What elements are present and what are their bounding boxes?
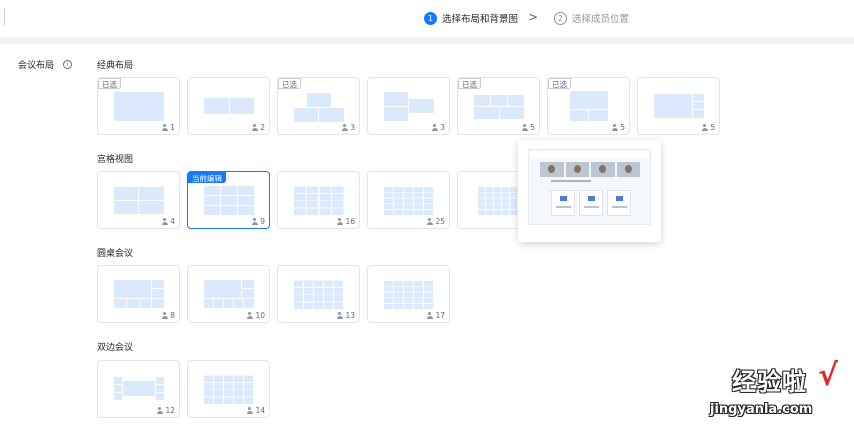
side-label-text: 会议布局 (18, 61, 55, 71)
layout-card[interactable]: 已选 5 (457, 77, 540, 135)
participant-thumbnail (591, 162, 615, 177)
info-icon[interactable]: i (63, 60, 73, 69)
member-count: 17 (426, 311, 445, 320)
layout-preview-popup (518, 140, 661, 242)
person-icon (341, 124, 348, 131)
member-count: 9 (251, 217, 265, 226)
member-count: 1 (161, 123, 175, 132)
layout-card[interactable]: 4 (97, 171, 180, 229)
layout-card[interactable]: 12 (97, 360, 180, 418)
member-count: 3 (341, 123, 355, 132)
member-count: 4 (161, 217, 175, 226)
preview-card (579, 190, 603, 216)
selected-tag: 已选 (278, 78, 301, 89)
watermark-title: 经验啦 (732, 368, 807, 396)
member-count: 5 (521, 123, 535, 132)
section-title-grid: 宫格视图 (97, 155, 134, 165)
person-icon (336, 218, 343, 225)
person-icon (161, 312, 168, 319)
person-icon (611, 124, 618, 131)
member-count: 2 (251, 123, 265, 132)
person-icon (246, 407, 253, 414)
member-count: 5 (611, 123, 625, 132)
window-edge (4, 8, 5, 26)
person-icon (521, 124, 528, 131)
step-number: 2 (554, 11, 567, 25)
layout-card[interactable]: 8 (97, 265, 180, 323)
layout-card[interactable]: 10 (187, 265, 270, 323)
person-icon (426, 312, 433, 319)
person-icon (161, 124, 168, 131)
watermark-url: jingyanla.com (710, 402, 813, 417)
member-count: 25 (426, 217, 445, 226)
layout-card[interactable]: 已选 1 (97, 77, 180, 135)
top-bar: 1 选择布局和背景图 > 2 选择成员位置 (0, 0, 854, 37)
person-icon (156, 407, 163, 414)
preview-heading (551, 180, 591, 182)
member-count: 13 (336, 311, 355, 320)
member-count: 16 (336, 217, 355, 226)
member-count: 3 (431, 123, 445, 132)
participant-thumbnail (616, 162, 640, 177)
person-icon (431, 124, 438, 131)
member-count: 5 (701, 123, 715, 132)
check-icon: √ (818, 358, 839, 393)
member-count: 10 (246, 311, 265, 320)
step-label: 选择成员位置 (572, 14, 630, 25)
layout-card[interactable]: 14 (187, 360, 270, 418)
person-icon (161, 218, 168, 225)
participant-thumbnail (565, 162, 589, 177)
member-count: 12 (156, 406, 175, 415)
section-title-roundtable: 圆桌会议 (97, 249, 134, 259)
layout-card[interactable]: 3 (367, 77, 450, 135)
chevron-right-icon: > (528, 10, 539, 24)
selected-tag: 已选 (548, 78, 571, 89)
layout-card[interactable]: 25 (367, 171, 450, 229)
current-edit-tag: 当前编辑 (188, 172, 226, 183)
layout-card[interactable]: 17 (367, 265, 450, 323)
selected-tag: 已选 (458, 78, 481, 89)
layout-card-current[interactable]: 当前编辑 9 (187, 171, 270, 229)
watermark: 经验啦 √ jingyanla.com (700, 358, 850, 428)
member-count: 14 (246, 406, 265, 415)
person-icon (701, 124, 708, 131)
preview-card (607, 190, 631, 216)
person-icon (246, 312, 253, 319)
layout-card[interactable]: 2 (187, 77, 270, 135)
step-1[interactable]: 1 选择布局和背景图 (424, 11, 518, 25)
section-title-bilateral: 双边会议 (97, 343, 134, 353)
step-number: 1 (424, 11, 437, 25)
person-icon (251, 124, 258, 131)
selected-tag: 已选 (98, 78, 121, 89)
step-label: 选择布局和背景图 (442, 14, 519, 25)
meeting-layout-label: 会议布局 i (18, 58, 73, 71)
preview-image (528, 149, 651, 225)
person-icon (251, 218, 258, 225)
layout-card[interactable]: 16 (277, 171, 360, 229)
layout-card[interactable]: 已选 3 (277, 77, 360, 135)
step-2[interactable]: 2 选择成员位置 (554, 11, 629, 25)
layout-card[interactable]: 5 (637, 77, 720, 135)
preview-card (551, 190, 575, 216)
layout-card[interactable]: 13 (277, 265, 360, 323)
participant-thumbnail (540, 162, 564, 177)
section-title-classic: 经典布局 (97, 61, 134, 71)
member-count: 8 (161, 311, 175, 320)
person-icon (426, 218, 433, 225)
layout-card[interactable]: 已选 5 (547, 77, 630, 135)
person-icon (336, 312, 343, 319)
